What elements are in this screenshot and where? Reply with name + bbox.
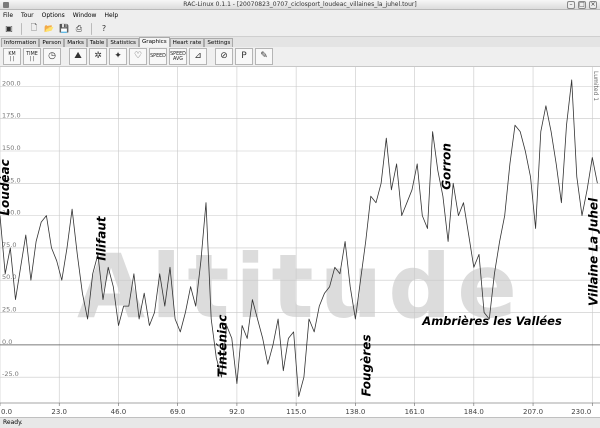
title-bar: RAC-Linux 0.1.1 - [20070823_0707_ciclosp… (0, 0, 600, 10)
altitude-button[interactable]: ⛰ (69, 48, 87, 65)
close-icon[interactable]: × (589, 1, 597, 9)
clock-icon: ◷ (48, 51, 56, 61)
chart-svg[interactable]: Altitude -25.00.025.050.075.0100.0125.01… (0, 67, 600, 417)
status-bar: Ready. (0, 417, 600, 428)
p-marker-icon: P (241, 51, 247, 61)
time-axis-button[interactable]: TIME | | (23, 48, 41, 65)
x-tick-label: 161.0 (405, 408, 425, 416)
device-icon[interactable]: ▣ (3, 23, 15, 35)
tab-information[interactable]: Information (1, 38, 40, 47)
time-ruler: | | (29, 56, 35, 62)
slope-button[interactable]: ⊿ (189, 48, 207, 65)
mountain-icon: ⛰ (74, 51, 82, 61)
x-tick-label: 207.0 (523, 408, 543, 416)
y-tick-label: 175.0 (2, 112, 21, 120)
open-folder-icon[interactable]: 📂 (43, 23, 55, 35)
tab-heart-rate[interactable]: Heart rate (169, 38, 205, 47)
compass-icon: ⊘ (220, 51, 228, 61)
cyclist-button[interactable]: ✲ (89, 48, 107, 65)
bicycle-icon: ✲ (94, 51, 102, 61)
speed-avg-sub: AVG (173, 56, 183, 62)
help-icon[interactable]: ? (98, 23, 110, 35)
menu-help[interactable]: Help (104, 12, 118, 19)
x-tick-label: 92.0 (229, 408, 245, 416)
status-text: Ready. (3, 419, 23, 426)
place-annotation: Villaine La Juhel (586, 197, 600, 306)
graph-toolbar: KM | | TIME | | ◷ ⛰ ✲ ✦ ♡ SPEED SPEED AV… (0, 47, 600, 67)
maximize-icon[interactable]: □ (578, 1, 586, 9)
compass-button[interactable]: ⊘ (215, 48, 233, 65)
tab-person[interactable]: Person (39, 38, 65, 47)
x-tick-label: 138.0 (345, 408, 365, 416)
pen-icon: ✎ (260, 51, 268, 61)
x-tick-label: 23.0 (51, 408, 67, 416)
speed-label: SPEED (150, 54, 166, 59)
place-annotation: Tinténiac (216, 315, 230, 378)
place-annotation: Ambrières les Vallées (421, 314, 562, 328)
print-icon[interactable]: ⎙ (73, 23, 85, 35)
x-tick-label: 69.0 (170, 408, 186, 416)
menu-window[interactable]: Window (73, 12, 97, 19)
clock-button[interactable]: ◷ (43, 48, 61, 65)
tab-table[interactable]: Table (86, 38, 108, 47)
km-ruler: | | (9, 56, 15, 62)
y-tick-label: 150.0 (2, 144, 21, 152)
slope-icon: ⊿ (194, 51, 202, 61)
place-annotation: Illifaut (94, 215, 108, 261)
toolbar-separator (91, 22, 92, 35)
tab-bar: Information Person Marks Table Statistic… (0, 37, 600, 47)
new-file-icon[interactable]: 🗋 (28, 23, 40, 35)
x-tick-label: 184.0 (464, 408, 484, 416)
right-edge-label: Lumited 1 (592, 71, 599, 101)
altitude-chart[interactable]: Altitude -25.0 0.0 25.0 50.0 75.0 100.0 125.0 1… (0, 67, 600, 417)
menu-tour[interactable]: Tour (21, 12, 34, 19)
menu-file[interactable]: File (3, 12, 13, 19)
y-tick-label: 200.0 (2, 79, 21, 87)
tab-graphics[interactable]: Graphics (138, 37, 170, 47)
menu-bar: File Tour Options Window Help (0, 10, 600, 21)
y-tick-label: -25.0 (2, 370, 19, 378)
temperature-button[interactable]: ✦ (109, 48, 127, 65)
heart-icon: ♡ (133, 51, 143, 61)
menu-options[interactable]: Options (42, 12, 65, 19)
tab-settings[interactable]: Settings (204, 38, 234, 47)
pen-button[interactable]: ✎ (255, 48, 273, 65)
x-tick-label: 115.0 (286, 408, 306, 416)
minimize-icon[interactable]: – (567, 1, 575, 9)
place-annotation: Gorron (440, 143, 454, 190)
app-icon (3, 2, 9, 8)
place-annotation: Fougères (360, 335, 374, 397)
km-axis-button[interactable]: KM | | (3, 48, 21, 65)
tab-statistics[interactable]: Statistics (107, 38, 139, 47)
temperature-icon: ✦ (114, 51, 122, 61)
y-tick-label: 75.0 (2, 241, 16, 249)
heart-button[interactable]: ♡ (129, 48, 147, 65)
x-tick-label: 46.0 (111, 408, 127, 416)
tab-marks[interactable]: Marks (64, 38, 87, 47)
window-title: RAC-Linux 0.1.1 - [20070823_0707_ciclosp… (183, 1, 417, 8)
speed-button[interactable]: SPEED (149, 48, 167, 65)
x-tick-label: 230.0 (571, 408, 591, 416)
x-tick-label: 0.0 (1, 408, 12, 416)
toolbar-separator (21, 22, 22, 35)
save-icon[interactable]: 💾 (58, 23, 70, 35)
marker-p-button[interactable]: P (235, 48, 253, 65)
y-tick-label: 25.0 (2, 306, 16, 314)
y-tick-label: 50.0 (2, 273, 16, 281)
main-toolbar: ▣ 🗋 📂 💾 ⎙ ? (0, 21, 600, 37)
place-annotation: Loudéac (0, 159, 12, 215)
speed-avg-button[interactable]: SPEED AVG (169, 48, 187, 65)
